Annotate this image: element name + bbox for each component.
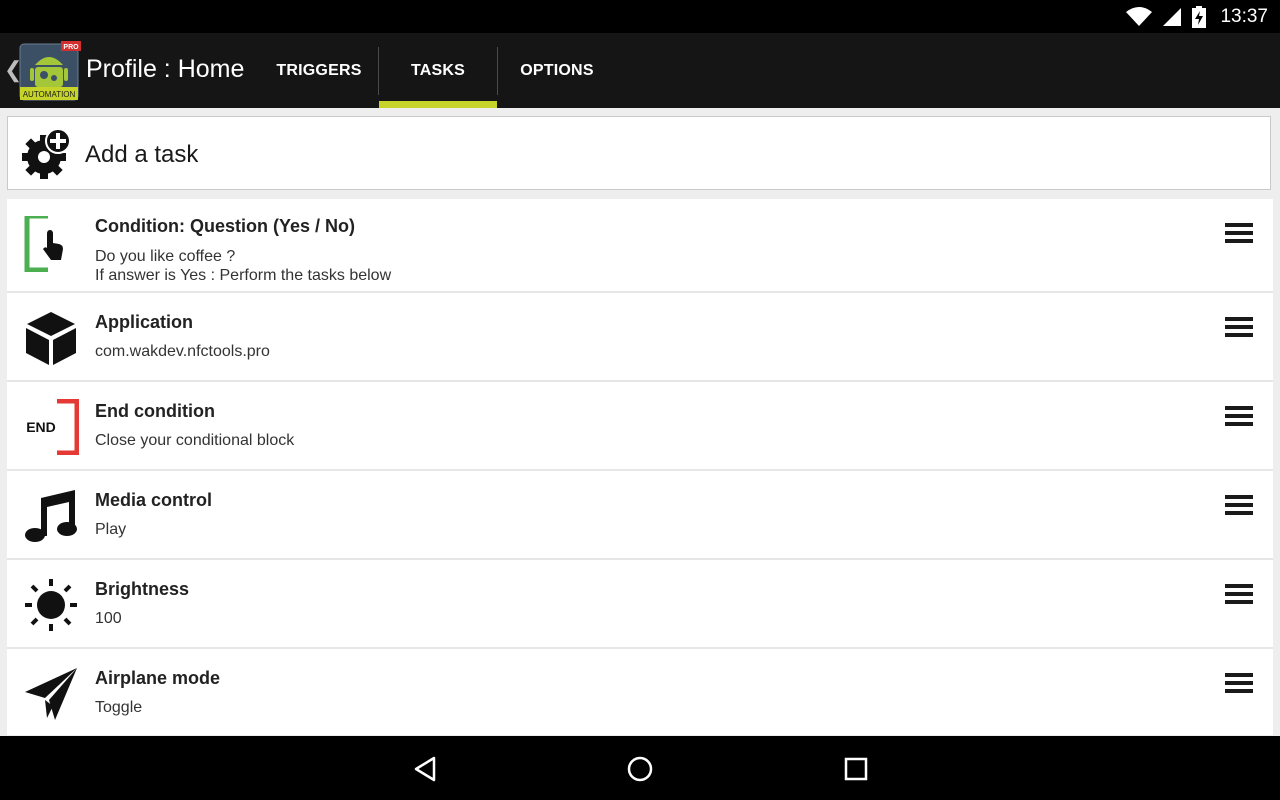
task-description: Toggle <box>95 699 143 716</box>
task-row-brightness[interactable]: Brightness 100 <box>7 560 1273 649</box>
battery-charging-icon <box>1192 5 1207 28</box>
task-description: Play <box>95 521 127 538</box>
end-icon-text: END <box>26 419 56 435</box>
status-bar: 13:37 <box>0 0 1280 33</box>
task-title: Application <box>95 312 193 332</box>
drag-handle-icon[interactable] <box>1225 223 1253 245</box>
add-task-label: Add a task <box>85 141 199 168</box>
content-area: Add a task Condition: Question (Yes / No… <box>0 108 1280 736</box>
task-title: Airplane mode <box>95 668 221 688</box>
tab-tasks[interactable]: TASKS <box>379 33 497 108</box>
task-row-application[interactable]: Application com.wakdev.nfctools.pro <box>7 293 1273 382</box>
sun-icon <box>25 579 77 631</box>
nav-recents-icon[interactable] <box>841 754 871 784</box>
task-description: 100 <box>95 610 122 627</box>
task-row-media-control[interactable]: Media control Play <box>7 471 1273 560</box>
drag-handle-icon[interactable] <box>1225 495 1253 517</box>
task-title: End condition <box>95 401 215 421</box>
app-label: AUTOMATION <box>23 90 76 99</box>
action-bar: ❮ AUTOMATION PRO Profile : Home TRIGGERS… <box>0 33 1280 108</box>
task-description: com.wakdev.nfctools.pro <box>95 343 270 360</box>
task-list: Condition: Question (Yes / No) Do you li… <box>7 199 1273 735</box>
cell-signal-icon <box>1163 7 1182 26</box>
app-logo-icon[interactable]: AUTOMATION PRO <box>19 41 81 101</box>
task-description-secondary: If answer is Yes : Perform the tasks bel… <box>95 267 392 284</box>
condition-question-icon <box>24 216 63 272</box>
task-row-end-condition[interactable]: END End condition Close your conditional… <box>7 382 1273 471</box>
clock: 13:37 <box>1220 5 1268 27</box>
task-description: Close your conditional block <box>95 432 295 449</box>
tab-options[interactable]: OPTIONS <box>498 33 616 108</box>
page-title: Profile : Home <box>86 55 245 83</box>
drag-handle-icon[interactable] <box>1225 406 1253 428</box>
task-row-airplane-mode[interactable]: Airplane mode Toggle <box>7 649 1273 735</box>
nav-back-icon[interactable] <box>410 754 440 784</box>
task-title: Condition: Question (Yes / No) <box>95 216 355 236</box>
tab-triggers[interactable]: TRIGGERS <box>260 33 378 108</box>
drag-handle-icon[interactable] <box>1225 584 1253 606</box>
task-description: Do you like coffee ? <box>95 248 236 265</box>
task-title: Brightness <box>95 579 190 599</box>
drag-handle-icon[interactable] <box>1225 673 1253 695</box>
task-title: Media control <box>95 490 213 510</box>
tab-bar: TRIGGERS TASKS OPTIONS <box>260 33 616 108</box>
nav-home-icon[interactable] <box>625 754 655 784</box>
navigation-bar <box>0 736 1280 800</box>
end-condition-icon: END <box>26 399 79 455</box>
add-gear-icon <box>22 129 71 179</box>
wifi-icon <box>1126 6 1153 26</box>
drag-handle-icon[interactable] <box>1225 317 1253 339</box>
cube-icon <box>26 312 76 365</box>
pro-badge: PRO <box>63 44 79 51</box>
music-note-icon <box>25 490 77 542</box>
paper-plane-icon <box>25 668 77 720</box>
add-task-button[interactable]: Add a task <box>7 116 1271 190</box>
task-row-condition[interactable]: Condition: Question (Yes / No) Do you li… <box>7 199 1273 293</box>
